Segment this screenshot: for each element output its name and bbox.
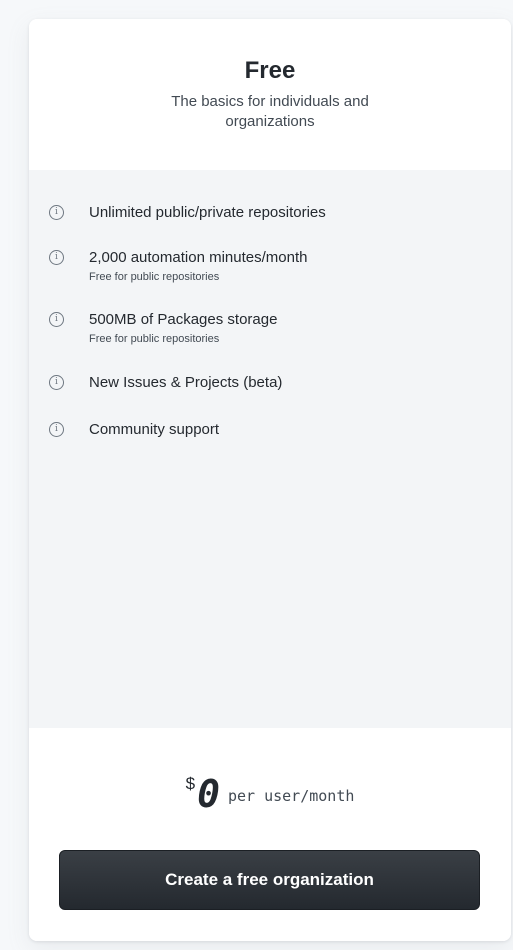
feature-title: New Issues & Projects (beta): [89, 374, 283, 391]
price-period: per user/month: [227, 787, 355, 805]
feature-title: 500MB of Packages storage: [89, 311, 278, 328]
price-section: $0 per user/month Create a free organizat…: [29, 728, 511, 941]
price: $0 per user/month: [29, 772, 511, 816]
feature-text: Community support: [89, 420, 219, 440]
price-amount: 0: [197, 772, 220, 816]
feature-text: 2,000 automation minutes/month Free for …: [89, 248, 307, 284]
feature-text: New Issues & Projects (beta): [89, 373, 282, 393]
feature-title: Community support: [89, 421, 220, 438]
feature-title: Unlimited public/private repositories: [89, 204, 326, 221]
feature-item-community-support: i Community support: [29, 420, 511, 460]
info-icon[interactable]: i: [49, 422, 64, 437]
info-icon[interactable]: i: [49, 312, 64, 327]
feature-item-repositories: i Unlimited public/private repositories: [29, 203, 511, 248]
pricing-card: Free The basics for individuals and orga…: [29, 19, 511, 941]
feature-item-automation-minutes: i 2,000 automation minutes/month Free fo…: [29, 248, 511, 310]
price-currency: $: [185, 774, 196, 793]
feature-item-packages-storage: i 500MB of Packages storage Free for pub…: [29, 310, 511, 373]
info-icon[interactable]: i: [49, 250, 64, 265]
feature-text: 500MB of Packages storage Free for publi…: [89, 310, 277, 346]
feature-title: 2,000 automation minutes/month: [89, 249, 308, 266]
feature-item-issues-projects: i New Issues & Projects (beta): [29, 373, 511, 420]
plan-header: Free The basics for individuals and orga…: [29, 19, 511, 170]
info-icon[interactable]: i: [49, 205, 64, 220]
feature-list: i Unlimited public/private repositories …: [29, 170, 511, 728]
feature-subtitle: Free for public repositories: [89, 271, 220, 283]
feature-subtitle: Free for public repositories: [89, 333, 220, 345]
feature-text: Unlimited public/private repositories: [89, 203, 326, 223]
create-free-organization-button[interactable]: Create a free organization: [59, 850, 480, 910]
plan-description: The basics for individuals and organizat…: [171, 93, 369, 130]
plan-name: Free: [244, 57, 296, 84]
info-icon[interactable]: i: [49, 375, 64, 390]
